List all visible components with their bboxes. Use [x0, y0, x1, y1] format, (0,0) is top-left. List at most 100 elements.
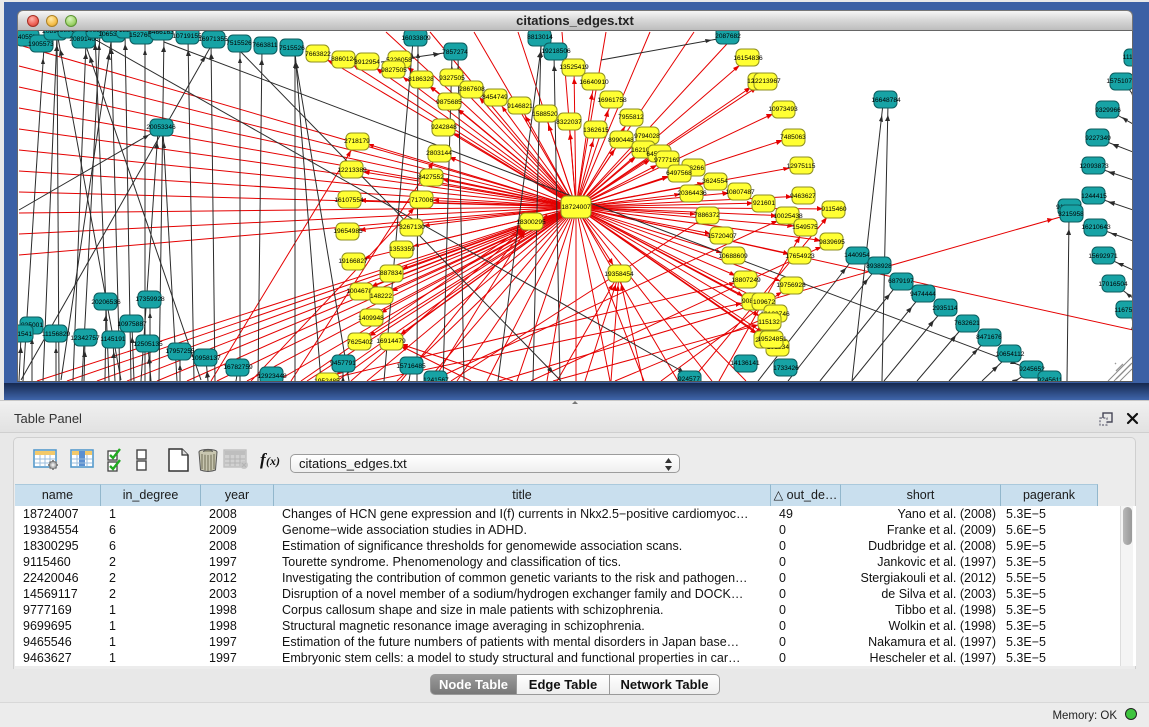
svg-text:7485063: 7485063	[780, 134, 806, 141]
svg-text:1733426: 1733426	[773, 365, 799, 372]
svg-text:7857274: 7857274	[442, 49, 468, 56]
svg-text:6879197: 6879197	[888, 278, 914, 285]
svg-text:15720407: 15720407	[707, 233, 737, 240]
svg-text:1362615: 1362615	[583, 127, 609, 134]
svg-text:1241567: 1241567	[423, 377, 449, 382]
svg-text:1167534: 1167534	[1114, 307, 1133, 314]
svg-text:6466163: 6466163	[148, 31, 174, 36]
svg-text:8990448: 8990448	[608, 137, 634, 144]
svg-text:8912954: 8912954	[354, 59, 380, 66]
svg-text:7515526: 7515526	[279, 45, 305, 52]
svg-text:9875685: 9875685	[436, 99, 462, 106]
svg-text:12093873: 12093873	[1079, 163, 1109, 170]
svg-text:9146821: 9146821	[507, 103, 533, 110]
svg-text:19524851: 19524851	[757, 336, 787, 343]
svg-text:2803144: 2803144	[426, 150, 452, 157]
svg-text:887834: 887834	[380, 270, 402, 277]
svg-text:17957255: 17957255	[165, 348, 195, 355]
svg-text:14136141: 14136141	[730, 360, 760, 367]
svg-text:19166827: 19166827	[338, 258, 368, 265]
svg-text:17359928: 17359928	[135, 296, 165, 303]
svg-text:9327505: 9327505	[439, 75, 465, 82]
svg-text:1905573: 1905573	[28, 41, 54, 48]
svg-text:9794028: 9794028	[634, 133, 660, 140]
svg-text:7515526: 7515526	[226, 40, 252, 47]
svg-text:717006: 717006	[411, 197, 433, 204]
svg-text:391541: 391541	[18, 331, 32, 338]
svg-text:16914479: 16914479	[376, 338, 406, 345]
svg-text:(x): (x)	[266, 454, 280, 468]
svg-text:19654985: 19654985	[333, 228, 363, 235]
svg-text:9245611: 9245611	[1037, 377, 1063, 382]
svg-text:16107554: 16107554	[334, 197, 364, 204]
svg-text:148222: 148222	[370, 293, 392, 300]
svg-text:12213389: 12213389	[337, 167, 367, 174]
svg-text:9777169: 9777169	[654, 157, 680, 164]
svg-text:9242848: 9242848	[431, 124, 457, 131]
svg-text:16971355: 16971355	[198, 36, 228, 43]
svg-text:9827505: 9827505	[381, 67, 407, 74]
svg-text:7663822: 7663822	[305, 51, 331, 58]
svg-text:9329966: 9329966	[1095, 107, 1121, 114]
svg-text:2867608: 2867608	[459, 86, 485, 93]
svg-text:8938928: 8938928	[866, 263, 892, 270]
svg-text:20364436: 20364436	[677, 190, 707, 197]
svg-text:9227349: 9227349	[1085, 135, 1111, 142]
svg-text:16648784: 16648784	[871, 97, 901, 104]
svg-text:15692971: 15692971	[1088, 253, 1118, 260]
svg-text:8322037: 8322037	[556, 119, 582, 126]
svg-text:9839695: 9839695	[819, 239, 845, 246]
svg-text:16210643: 16210643	[1081, 224, 1111, 231]
svg-text:10807487: 10807487	[725, 189, 755, 196]
svg-text:1440954: 1440954	[844, 252, 870, 259]
svg-text:19218506: 19218506	[541, 48, 571, 55]
svg-text:18807249: 18807249	[731, 277, 761, 284]
svg-text:1145191: 1145191	[100, 336, 126, 343]
svg-text:10688609: 10688609	[718, 253, 748, 260]
svg-text:9474444: 9474444	[910, 291, 936, 298]
svg-text:2935114: 2935114	[932, 305, 958, 312]
svg-text:1409948: 1409948	[358, 315, 384, 322]
svg-text:924577: 924577	[678, 376, 700, 382]
svg-text:12923448: 12923448	[257, 373, 287, 380]
svg-text:18300295: 18300295	[516, 219, 546, 226]
svg-text:1117439: 1117439	[1123, 54, 1133, 61]
svg-text:17654923: 17654923	[785, 253, 815, 260]
svg-text:18724007: 18724007	[561, 204, 591, 211]
svg-text:7955812: 7955812	[618, 114, 644, 121]
svg-text:16154836: 16154836	[733, 55, 763, 62]
svg-text:10975887: 10975887	[117, 321, 147, 328]
svg-text:9463627: 9463627	[790, 193, 816, 200]
svg-text:115132: 115132	[758, 319, 780, 326]
svg-text:1952485: 1952485	[314, 378, 340, 382]
svg-text:20053346: 20053346	[146, 124, 176, 131]
svg-text:921601: 921601	[753, 200, 775, 207]
svg-text:9457791: 9457791	[330, 360, 356, 367]
svg-text:12505135: 12505135	[133, 341, 163, 348]
svg-text:9115460: 9115460	[821, 206, 847, 213]
svg-text:16782759: 16782759	[223, 364, 253, 371]
svg-text:8427552: 8427552	[418, 174, 444, 181]
svg-text:12213967: 12213967	[751, 78, 781, 85]
svg-text:15716485: 15716485	[396, 363, 426, 370]
svg-text:6497568: 6497568	[666, 170, 692, 177]
svg-text:12342757: 12342757	[70, 335, 100, 342]
svg-text:17016504: 17016504	[1098, 281, 1128, 288]
svg-text:19756928: 19756928	[776, 282, 806, 289]
svg-text:16961758: 16961758	[597, 97, 627, 104]
svg-text:1588520: 1588520	[532, 111, 558, 118]
svg-text:3267130: 3267130	[399, 224, 425, 231]
svg-text:8471676: 8471676	[976, 334, 1002, 341]
svg-text:8186328: 8186328	[408, 76, 434, 83]
svg-text:19358454: 19358454	[604, 271, 634, 278]
svg-text:10654112: 10654112	[996, 351, 1025, 358]
svg-text:2087682: 2087682	[715, 33, 741, 40]
svg-text:11156829: 11156829	[42, 331, 71, 338]
svg-text:2718179: 2718179	[344, 138, 370, 145]
svg-text:8813014: 8813014	[527, 34, 553, 41]
svg-text:10958137: 10958137	[191, 355, 221, 362]
svg-text:13525419: 13525419	[559, 64, 589, 71]
svg-text:10973493: 10973493	[768, 106, 798, 113]
svg-text:3624554: 3624554	[702, 178, 728, 185]
svg-text:16640910: 16640910	[579, 79, 609, 86]
